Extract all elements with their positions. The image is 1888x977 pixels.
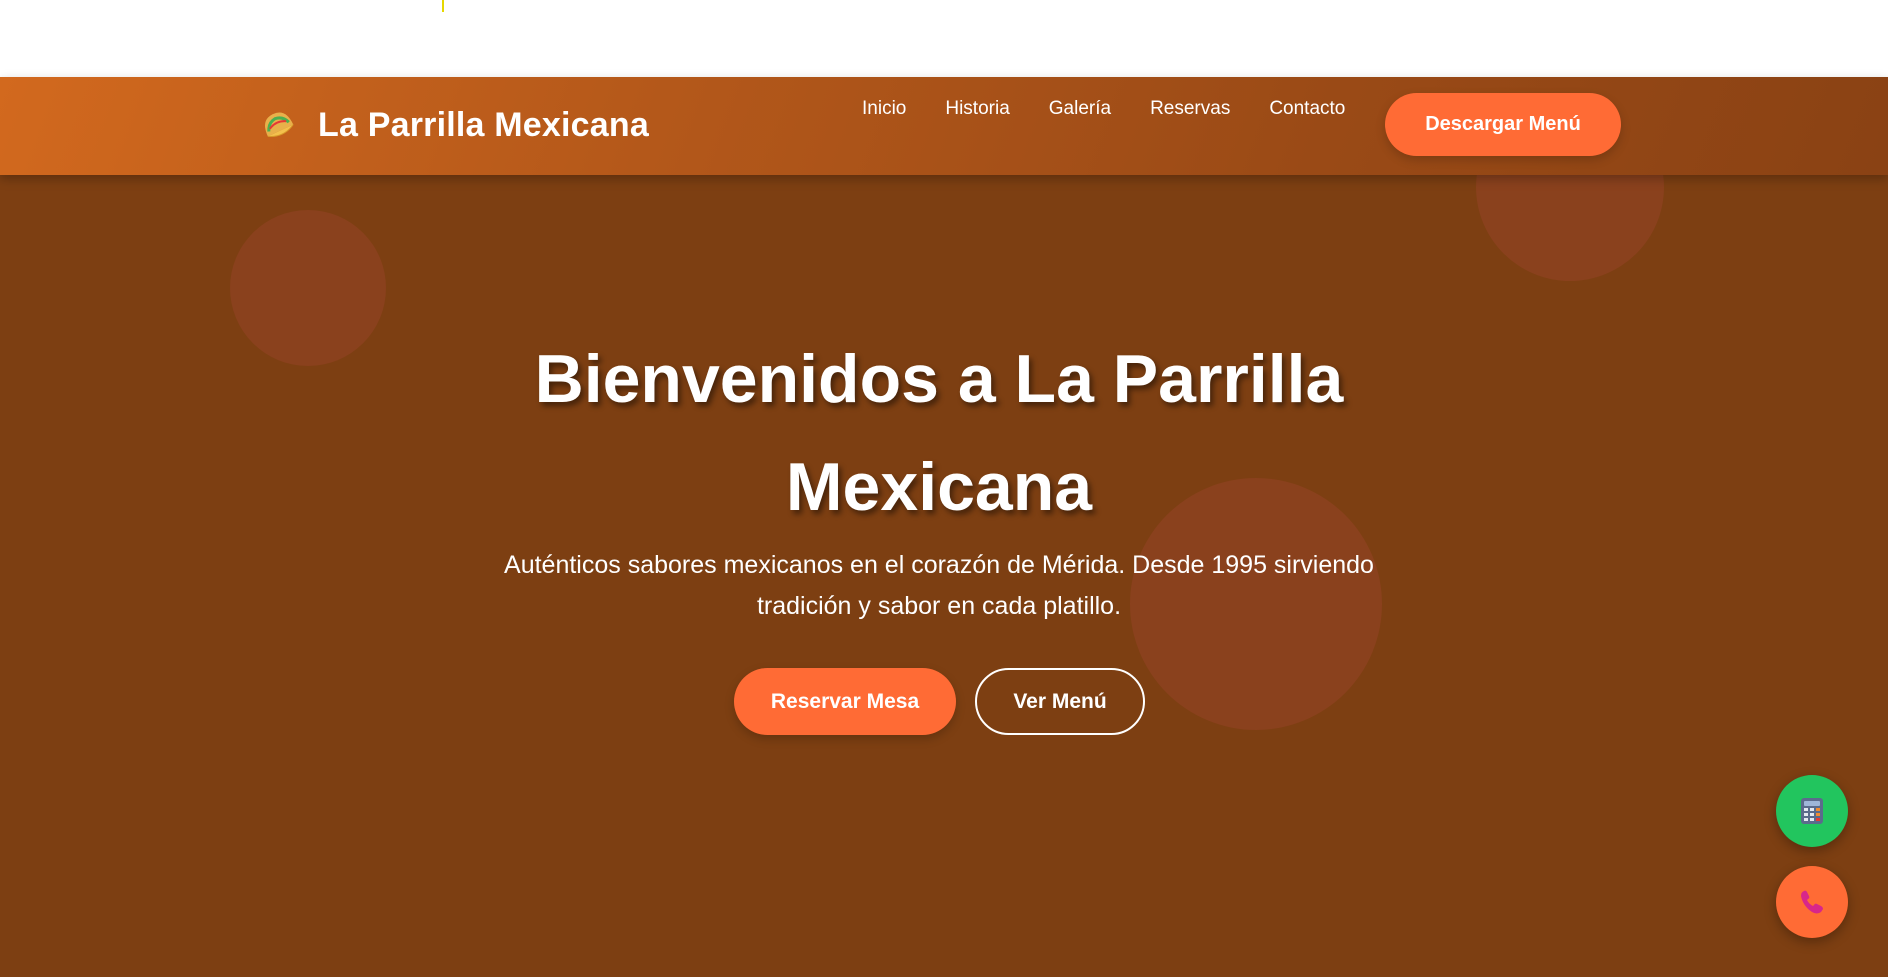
taco-icon	[258, 105, 318, 145]
hero-actions: Reservar Mesa Ver Menú	[734, 668, 1145, 735]
brand[interactable]: La Parrilla Mexicana	[258, 105, 649, 145]
hero-subtitle-line1: Auténticos sabores mexicanos en el coraz…	[504, 551, 1374, 579]
phone-floating-button[interactable]	[1776, 866, 1848, 938]
navbar: La Parrilla Mexicana Inicio Historia Gal…	[0, 77, 1888, 175]
nav-link-contacto[interactable]: Contacto	[1269, 98, 1345, 120]
main-nav: Inicio Historia Galería Reservas Contact…	[862, 98, 1384, 120]
hero-title-line1: Bienvenidos a La Parrilla	[534, 341, 1344, 417]
phone-icon	[1797, 887, 1827, 917]
nav-link-historia[interactable]: Historia	[945, 98, 1009, 120]
text-cursor-marker	[442, 0, 444, 12]
top-whitespace	[0, 0, 1888, 77]
calculator-icon	[1800, 797, 1824, 825]
view-menu-button[interactable]: Ver Menú	[975, 668, 1145, 735]
page: La Parrilla Mexicana Inicio Historia Gal…	[0, 0, 1888, 977]
calculator-floating-button[interactable]	[1776, 775, 1848, 847]
decorative-circle	[1476, 175, 1664, 281]
hero-title-line2: Mexicana	[785, 449, 1093, 525]
nav-link-reservas[interactable]: Reservas	[1150, 98, 1230, 120]
brand-name: La Parrilla Mexicana	[318, 105, 649, 144]
nav-link-galeria[interactable]: Galería	[1049, 98, 1111, 120]
download-menu-button[interactable]: Descargar Menú	[1385, 93, 1621, 156]
hero-section: Bienvenidos a La Parrilla Mexicana Autén…	[0, 175, 1888, 977]
hero-title: Bienvenidos a La Parrilla Mexicana	[0, 325, 1878, 541]
hero-subtitle-line2: tradición y sabor en cada platillo.	[756, 592, 1122, 620]
reserve-table-button[interactable]: Reservar Mesa	[734, 668, 956, 735]
nav-link-inicio[interactable]: Inicio	[862, 98, 906, 120]
hero-subtitle: Auténticos sabores mexicanos en el coraz…	[489, 545, 1389, 627]
